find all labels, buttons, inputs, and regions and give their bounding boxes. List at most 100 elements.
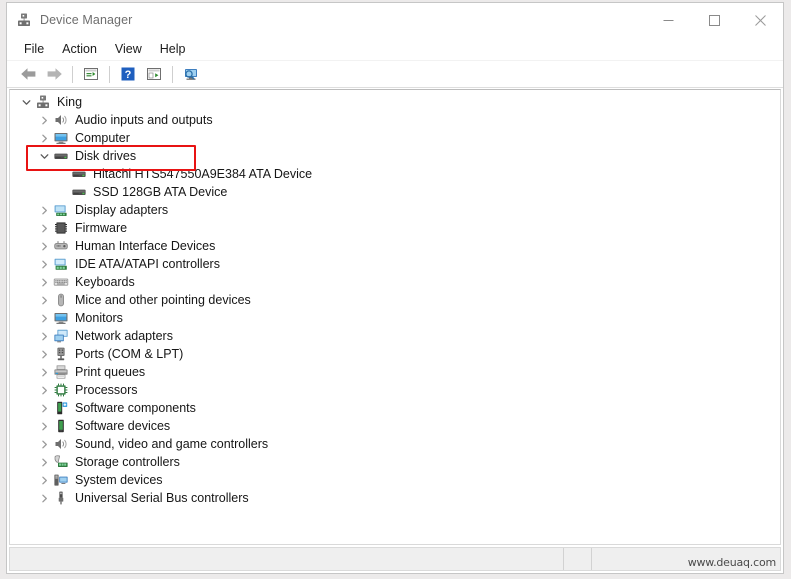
chevron-placeholder [54, 183, 71, 201]
tree-item-label: System devices [75, 473, 163, 487]
toolbar-separator [172, 65, 173, 83]
chevron-right-icon[interactable] [36, 453, 53, 471]
close-button[interactable] [737, 3, 783, 37]
maximize-button[interactable] [691, 3, 737, 37]
tree-item-firmware[interactable]: Firmware [10, 219, 780, 237]
tree-item-software-devices[interactable]: Software devices [10, 417, 780, 435]
speaker-icon [53, 436, 69, 452]
chevron-down-icon[interactable] [36, 147, 53, 165]
toolbar-separator [109, 65, 110, 83]
tree-root-king[interactable]: King [10, 93, 780, 111]
chevron-down-icon[interactable] [18, 93, 35, 111]
status-bar: www.deuaq.com [9, 547, 781, 571]
processor-icon [53, 382, 69, 398]
hid-icon [53, 238, 69, 254]
chevron-right-icon[interactable] [36, 363, 53, 381]
tree-item-label: Software components [75, 401, 196, 415]
monitor-icon [53, 130, 69, 146]
device-manager-window: Device Manager File Action View Help ? K… [6, 2, 784, 574]
keyboard-icon [53, 274, 69, 290]
help-button[interactable]: ? [115, 63, 141, 85]
chevron-right-icon[interactable] [36, 237, 53, 255]
tree-item-hitachi-hts547550a9e384-ata-device[interactable]: Hitachi HTS547550A9E384 ATA Device [10, 165, 780, 183]
tree-item-label: Audio inputs and outputs [75, 113, 213, 127]
tree-item-label: Firmware [75, 221, 128, 235]
chevron-right-icon[interactable] [36, 327, 53, 345]
tree-item-disk-drives[interactable]: Disk drives [10, 147, 780, 165]
update-driver-button[interactable] [141, 63, 167, 85]
chevron-right-icon[interactable] [36, 273, 53, 291]
tree-item-label: Software devices [75, 419, 171, 433]
tree-item-label: Mice and other pointing devices [75, 293, 251, 307]
window-title: Device Manager [40, 13, 133, 27]
menu-item-view[interactable]: View [106, 39, 151, 59]
status-segment-main [10, 548, 564, 570]
chevron-right-icon[interactable] [36, 201, 53, 219]
title-bar: Device Manager [7, 3, 783, 37]
tree-item-label: Storage controllers [75, 455, 180, 469]
tree-item-ports-com-lpt[interactable]: Ports (COM & LPT) [10, 345, 780, 363]
status-segment-two [564, 548, 592, 570]
menu-item-file[interactable]: File [15, 39, 53, 59]
chevron-right-icon[interactable] [36, 111, 53, 129]
disk-drive-icon [71, 184, 87, 200]
chevron-right-icon[interactable] [36, 219, 53, 237]
tree-item-human-interface-devices[interactable]: Human Interface Devices [10, 237, 780, 255]
tree-item-universal-serial-bus-controllers[interactable]: Universal Serial Bus controllers [10, 489, 780, 507]
tree-item-label: Print queues [75, 365, 146, 379]
printer-icon [53, 364, 69, 380]
disk-drive-icon [53, 148, 69, 164]
tree-item-label: Universal Serial Bus controllers [75, 491, 249, 505]
forward-button[interactable] [41, 63, 67, 85]
device-tree-panel[interactable]: King Audio inputs and outputs Computer Dis… [9, 89, 781, 545]
tree-item-keyboards[interactable]: Keyboards [10, 273, 780, 291]
back-button[interactable] [15, 63, 41, 85]
tree-item-print-queues[interactable]: Print queues [10, 363, 780, 381]
tree-item-system-devices[interactable]: System devices [10, 471, 780, 489]
tree-item-label: Disk drives [75, 149, 137, 163]
tree-item-network-adapters[interactable]: Network adapters [10, 327, 780, 345]
software-component-icon [53, 400, 69, 416]
chevron-right-icon[interactable] [36, 129, 53, 147]
tree-item-processors[interactable]: Processors [10, 381, 780, 399]
tree-item-ide-ata-atapi-controllers[interactable]: IDE ATA/ATAPI controllers [10, 255, 780, 273]
scan-hardware-button[interactable] [178, 63, 204, 85]
menu-item-action[interactable]: Action [53, 39, 106, 59]
usb-icon [53, 490, 69, 506]
tree-item-mice-and-other-pointing-devices[interactable]: Mice and other pointing devices [10, 291, 780, 309]
firmware-icon [53, 220, 69, 236]
tree-item-label: Keyboards [75, 275, 135, 289]
tree-item-label: Human Interface Devices [75, 239, 216, 253]
device-tree: King Audio inputs and outputs Computer Dis… [10, 90, 780, 507]
chevron-right-icon[interactable] [36, 417, 53, 435]
chevron-right-icon[interactable] [36, 489, 53, 507]
disk-drive-icon [71, 166, 87, 182]
chevron-right-icon[interactable] [36, 471, 53, 489]
tree-item-label: Computer [75, 131, 130, 145]
chevron-right-icon[interactable] [36, 381, 53, 399]
tree-item-sound-video-and-game-controllers[interactable]: Sound, video and game controllers [10, 435, 780, 453]
tree-item-monitors[interactable]: Monitors [10, 309, 780, 327]
tree-item-ssd-128gb-ata-device[interactable]: SSD 128GB ATA Device [10, 183, 780, 201]
tree-item-display-adapters[interactable]: Display adapters [10, 201, 780, 219]
chevron-right-icon[interactable] [36, 345, 53, 363]
tree-item-label: IDE ATA/ATAPI controllers [75, 257, 220, 271]
tree-item-audio-inputs-and-outputs[interactable]: Audio inputs and outputs [10, 111, 780, 129]
network-adapter-icon [53, 328, 69, 344]
chevron-right-icon[interactable] [36, 255, 53, 273]
menu-item-help[interactable]: Help [151, 39, 195, 59]
tree-item-label: Network adapters [75, 329, 173, 343]
screenshot-root: Device Manager File Action View Help ? K… [0, 0, 791, 579]
chevron-right-icon[interactable] [36, 309, 53, 327]
properties-button[interactable] [78, 63, 104, 85]
software-device-icon [53, 418, 69, 434]
chevron-right-icon[interactable] [36, 435, 53, 453]
tree-item-software-components[interactable]: Software components [10, 399, 780, 417]
chevron-right-icon[interactable] [36, 291, 53, 309]
tree-item-computer[interactable]: Computer [10, 129, 780, 147]
tree-item-label: Ports (COM & LPT) [75, 347, 184, 361]
minimize-button[interactable] [645, 3, 691, 37]
tree-item-storage-controllers[interactable]: Storage controllers [10, 453, 780, 471]
chevron-right-icon[interactable] [36, 399, 53, 417]
port-icon [53, 346, 69, 362]
